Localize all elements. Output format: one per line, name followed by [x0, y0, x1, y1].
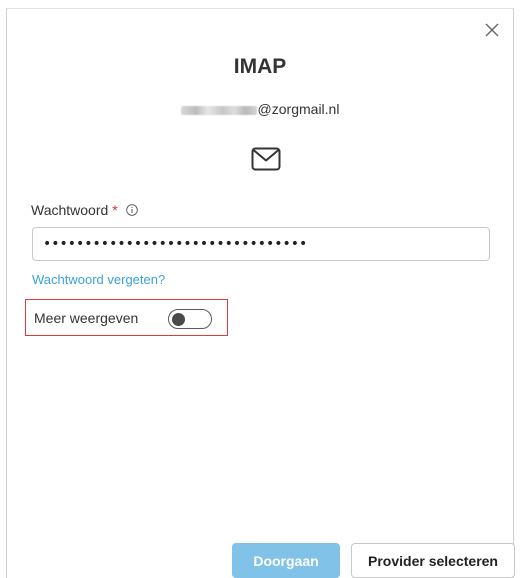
cropped-caption: [0, 0, 520, 8]
close-button[interactable]: [481, 19, 503, 41]
envelope-icon: [251, 147, 281, 171]
redacted-username: [180, 105, 257, 115]
password-label-text: Wachtwoord: [31, 202, 109, 218]
required-marker: *: [112, 202, 118, 218]
email-domain: @zorgmail.nl: [257, 101, 340, 117]
close-icon: [485, 23, 499, 37]
account-email: @zorgmail.nl: [7, 101, 513, 117]
forgot-password-link[interactable]: Wachtwoord vergeten?: [32, 272, 165, 287]
toggle-knob: [172, 312, 185, 326]
show-more-highlight: Meer weergeven: [25, 299, 228, 336]
dialog-title: IMAP: [233, 55, 287, 78]
password-label: Wachtwoord *: [31, 202, 138, 218]
show-more-label: Meer weergeven: [34, 310, 139, 326]
imap-dialog: IMAP @zorgmail.nl Wachtwoord * Wachtwoor…: [6, 8, 515, 578]
continue-button[interactable]: Doorgaan: [232, 543, 340, 578]
show-more-toggle[interactable]: [168, 309, 212, 329]
password-input[interactable]: [32, 227, 490, 261]
select-provider-button[interactable]: Provider selecteren: [351, 543, 515, 578]
info-icon[interactable]: [125, 204, 138, 216]
